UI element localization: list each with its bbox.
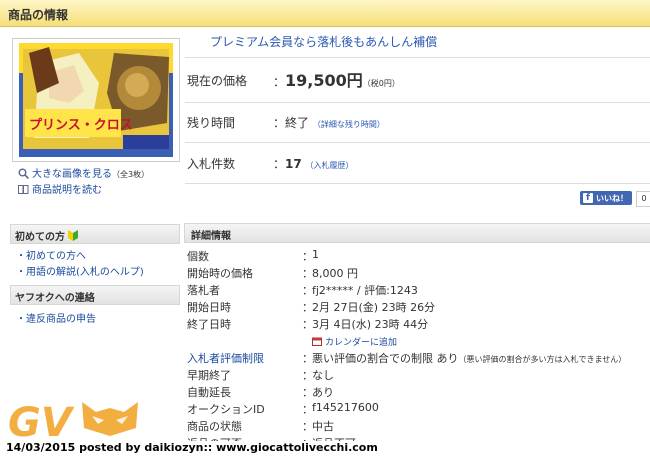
like-count: 0 [636, 191, 650, 207]
restriction-note: （悪い評価の割合が多い方は入札できません） [458, 355, 627, 364]
enlarge-image-link[interactable]: 大きな画像を見る（全3枚） [18, 165, 149, 180]
beginner-title: 初めての方 [15, 228, 79, 243]
bid-history-link[interactable]: （入札履歴） [306, 161, 354, 170]
enlarge-image-label: 大きな画像を見る [32, 169, 112, 180]
sidebar-link-glossary[interactable]: ・用語の解説(入札のヘルプ) [16, 263, 144, 278]
contact-section-header: ヤフオクへの連絡 [10, 285, 180, 305]
bid-count: 17 [285, 157, 302, 171]
beginner-mark-icon [68, 230, 79, 241]
price-label: 現在の価格 [187, 74, 248, 88]
sidebar-link-report[interactable]: ・違反商品の申告 [16, 310, 96, 325]
box-title-text: プリンス・クロス [29, 118, 133, 133]
detail-section-header: 詳細情報 [184, 223, 650, 243]
current-price: 19,500円 [285, 71, 363, 90]
mask-icon [82, 402, 138, 436]
contact-title: ヤフオクへの連絡 [15, 293, 95, 304]
beginner-section-header: 初めての方 [10, 224, 180, 244]
read-description-label: 商品説明を読む [32, 185, 102, 196]
price-row: 現在の価格 ：19,500円（税0円） [185, 57, 650, 103]
gv-watermark-logo: GV [8, 400, 138, 442]
facebook-like-button[interactable]: f いいね！ [580, 191, 632, 205]
section-title: 商品の情報 [8, 8, 69, 22]
like-label: いいね！ [596, 194, 628, 203]
winner-value[interactable]: fj2***** / 評価:1243 [312, 282, 418, 298]
posted-by-caption: 14/03/2015 posted by daikiozyn:: www.gio… [6, 441, 378, 454]
bid-count-value-group: ：17 （入札履歴） [273, 157, 354, 171]
image-count: （全3枚） [112, 170, 150, 179]
sidebar-link-beginners[interactable]: ・初めての方へ [16, 247, 86, 262]
remaining-value: 終了 [285, 116, 310, 130]
remaining-detail-link[interactable]: （詳細な残り時間） [313, 120, 385, 129]
product-image[interactable]: プリンス・クロス [19, 43, 173, 157]
remaining-time-row: 残り時間 ：終了 （詳細な残り時間） [185, 102, 650, 143]
product-thumbnail[interactable]: プリンス・クロス [12, 38, 180, 162]
premium-protection-link[interactable]: プレミアム会員なら落札後もあんしん補償 [210, 33, 437, 50]
detail-title: 詳細情報 [191, 231, 231, 242]
magnifier-icon [18, 168, 29, 179]
read-description-link[interactable]: 商品説明を読む [18, 181, 102, 196]
bidder-restriction-link[interactable]: 入札者評価制限 [187, 350, 264, 366]
book-icon [18, 185, 29, 194]
section-header: 商品の情報 [0, 0, 650, 27]
tax-amount: （税0円） [362, 79, 400, 88]
bid-count-label: 入札件数 [187, 157, 236, 171]
remaining-label: 残り時間 [187, 116, 236, 130]
facebook-icon: f [583, 193, 593, 203]
add-to-calendar-link[interactable]: カレンダーに追加 [312, 335, 397, 348]
price-value-group: ：19,500円（税0円） [273, 71, 400, 90]
remaining-value-group: ：終了 （詳細な残り時間） [273, 116, 385, 130]
svg-text:GV: GV [8, 400, 75, 442]
calendar-icon [312, 337, 322, 346]
bid-count-row: 入札件数 ：17 （入札履歴） [185, 143, 650, 184]
